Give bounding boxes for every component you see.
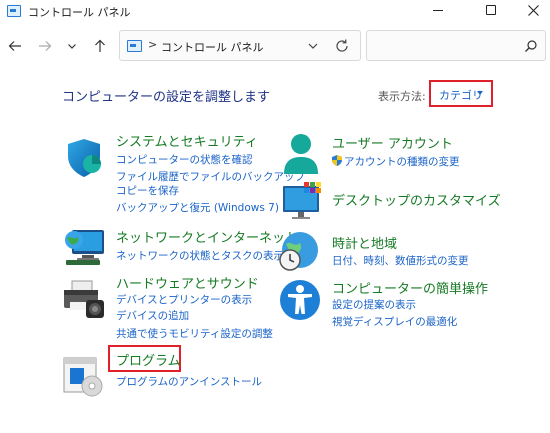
clock-region-link[interactable]: 時計と地域 xyxy=(332,233,397,252)
category-network-internet: ネットワークとインターネット ネットワークの状態とタスクの表示 xyxy=(62,226,298,270)
refresh-icon[interactable] xyxy=(334,38,350,54)
save-copy-link[interactable]: コピーを保存 xyxy=(116,183,179,198)
programs-icon xyxy=(63,357,103,397)
hardware-sound-link[interactable]: ハードウェアとサウンド xyxy=(116,273,259,292)
ease-of-access-link[interactable]: コンピューターの簡単操作 xyxy=(332,278,488,297)
uac-shield-icon xyxy=(332,155,342,166)
network-internet-link[interactable]: ネットワークとインターネット xyxy=(116,227,298,246)
forward-arrow-icon xyxy=(39,41,52,51)
category-user-accounts: ユーザー アカウント アカウントの種類の変更 xyxy=(280,128,520,178)
address-bar[interactable]: > コントロール パネル xyxy=(119,30,361,61)
window-title: コントロール パネル xyxy=(28,6,131,19)
optimize-visual-display-link[interactable]: 視覚ディスプレイの最適化 xyxy=(332,314,457,329)
search-icon[interactable] xyxy=(524,39,538,53)
breadcrumb-control-panel[interactable]: コントロール パネル xyxy=(161,39,264,55)
close-icon xyxy=(527,4,539,16)
clock-globe-icon xyxy=(279,232,318,271)
appearance-personalization-link[interactable]: デスクトップのカスタマイズ xyxy=(332,190,501,209)
view-by-value[interactable]: カテゴリ xyxy=(439,87,483,103)
category-system-security: システムとセキュリティ コンピューターの状態を確認 ファイル履歴でファイルのバッ… xyxy=(62,128,305,218)
file-history-backup-link[interactable]: ファイル履歴でファイルのバックアップ xyxy=(116,169,305,184)
category-ease-of-access: コンピューターの簡単操作 設定の提案の表示 視覚ディスプレイの最適化 xyxy=(280,276,520,336)
address-dropdown-icon[interactable] xyxy=(306,39,320,53)
title-bar: コントロール パネル xyxy=(0,0,550,24)
breadcrumb-separator: > xyxy=(148,38,158,51)
close-button[interactable] xyxy=(510,0,550,20)
printer-icon xyxy=(64,280,104,318)
control-panel-icon xyxy=(127,40,142,52)
back-arrow-icon xyxy=(8,41,21,51)
maximize-icon xyxy=(486,5,496,15)
date-time-format-link[interactable]: 日付、時刻、数値形式の変更 xyxy=(332,253,469,268)
navigation-bar: > コントロール パネル xyxy=(0,28,550,64)
system-security-link[interactable]: システムとセキュリティ xyxy=(116,131,258,150)
recent-locations-button[interactable] xyxy=(62,36,82,56)
user-icon xyxy=(284,134,318,174)
suggested-settings-link[interactable]: 設定の提案の表示 xyxy=(332,297,416,312)
minimize-icon xyxy=(433,9,443,11)
category-programs: プログラム プログラムのアンインストール xyxy=(62,348,282,397)
check-computer-status-link[interactable]: コンピューターの状態を確認 xyxy=(116,152,253,167)
view-by-dropdown[interactable]: カテゴリ xyxy=(429,80,493,107)
backup-restore-link[interactable]: バックアップと復元 (Windows 7) xyxy=(116,200,279,215)
search-input[interactable] xyxy=(373,37,513,55)
up-arrow-icon xyxy=(95,39,105,52)
user-accounts-link[interactable]: ユーザー アカウント xyxy=(332,133,453,152)
category-appearance: デスクトップのカスタマイズ xyxy=(280,180,520,224)
mobility-settings-link[interactable]: 共通で使うモビリティ設定の調整 xyxy=(116,326,273,341)
minimize-button[interactable] xyxy=(415,0,461,20)
forward-button[interactable] xyxy=(35,36,55,56)
accessibility-icon xyxy=(280,280,320,320)
desktop-icon xyxy=(283,182,321,219)
uninstall-program-link[interactable]: プログラムのアンインストール xyxy=(116,374,262,389)
view-by-label: 表示方法: xyxy=(378,90,426,103)
back-button[interactable] xyxy=(5,36,25,56)
category-clock-region: 時計と地域 日付、時刻、数値形式の変更 xyxy=(279,228,520,278)
up-button[interactable] xyxy=(90,36,110,56)
programs-link[interactable]: プログラム xyxy=(116,350,181,369)
caret-down-icon xyxy=(477,91,483,95)
change-account-type-link[interactable]: アカウントの種類の変更 xyxy=(344,154,460,169)
devices-printers-link[interactable]: デバイスとプリンターの表示 xyxy=(116,292,252,307)
page-title: コンピューターの設定を調整します xyxy=(62,90,271,105)
shield-icon xyxy=(68,139,101,177)
network-status-link[interactable]: ネットワークの状態とタスクの表示 xyxy=(116,248,284,263)
category-hardware-sound: ハードウェアとサウンド デバイスとプリンターの表示 デバイスの追加 共通で使うモ… xyxy=(62,272,282,342)
add-device-link[interactable]: デバイスの追加 xyxy=(116,308,189,323)
search-box[interactable] xyxy=(366,30,546,61)
maximize-button[interactable] xyxy=(468,0,514,20)
network-icon xyxy=(65,230,104,265)
control-panel-icon xyxy=(7,5,21,17)
chevron-down-icon xyxy=(68,44,76,49)
